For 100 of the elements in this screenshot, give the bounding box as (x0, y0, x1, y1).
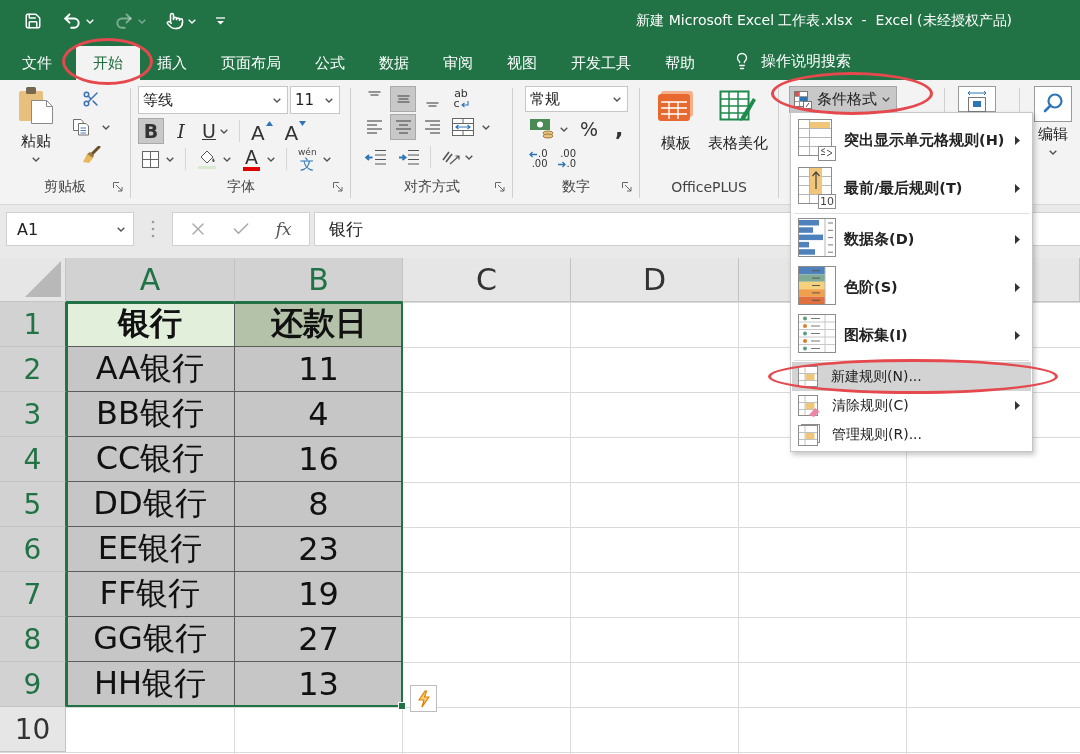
caret-icon (223, 156, 231, 162)
percent-button[interactable]: % (576, 116, 603, 142)
dialog-launcher-button[interactable] (111, 180, 125, 194)
decrease-decimal-button[interactable]: .00 .0 (553, 146, 581, 172)
search-field[interactable]: 操作说明搜索 (761, 52, 865, 70)
ribbon-tab[interactable]: 视图 (490, 46, 554, 80)
font-color-button[interactable]: A (239, 146, 279, 172)
table-cell: 还款日 (235, 302, 403, 347)
redo-icon (114, 11, 134, 31)
ribbon-tab[interactable]: 页面布局 (204, 46, 298, 80)
comma-style-button[interactable]: , (606, 116, 633, 142)
menu-item[interactable]: 突出显示单元格规则(H) (792, 116, 1031, 164)
ribbon-tab[interactable]: 审阅 (426, 46, 490, 80)
caret-icon (325, 97, 333, 103)
top-bottom-rules-icon (798, 167, 836, 209)
menu-item[interactable]: 新建规则(N)... (792, 362, 1031, 391)
table-pen-icon (719, 90, 757, 122)
row-header[interactable]: 1 (0, 302, 66, 347)
row-header[interactable]: 5 (0, 482, 66, 527)
ribbon-tab[interactable]: 开发工具 (554, 46, 648, 80)
table-cell: 16 (235, 437, 403, 482)
decrease-font-button[interactable]: A (280, 118, 311, 144)
caret-icon (1049, 150, 1057, 155)
template-button[interactable]: 模板 (650, 90, 702, 152)
table-cell: EE银行 (66, 527, 235, 572)
increase-font-button[interactable]: A (246, 118, 277, 144)
menu-item[interactable]: 图标集(I) (792, 311, 1031, 359)
ribbon-tab[interactable]: 插入 (140, 46, 204, 80)
caret-icon (86, 18, 94, 24)
ribbon-tab[interactable]: 文件 (5, 46, 76, 80)
scissors-icon (82, 90, 100, 108)
menu-item[interactable]: 管理规则(R)... (792, 420, 1031, 449)
column-header[interactable]: C (403, 258, 571, 302)
align-bottom-icon (425, 102, 439, 107)
group-label: 剪贴板 (44, 178, 86, 196)
data-bars-icon (798, 218, 836, 260)
dialog-launcher-button[interactable] (331, 180, 345, 194)
name-box[interactable]: A1 (6, 212, 134, 246)
row-header[interactable]: 6 (0, 527, 66, 572)
ribbon-tab[interactable]: 开始 (76, 46, 140, 80)
ribbon-tab[interactable]: 帮助 (648, 46, 712, 80)
quick-analysis-button[interactable] (410, 685, 437, 712)
column-header[interactable]: D (571, 258, 739, 302)
row-header[interactable]: 10 (0, 707, 66, 752)
ribbon-tab[interactable]: 数据 (362, 46, 426, 80)
row-header[interactable]: 3 (0, 392, 66, 437)
menu-item[interactable]: 10 最前/最后规则(T) (792, 164, 1031, 212)
row-header[interactable]: 9 (0, 662, 66, 707)
caret-icon (613, 96, 621, 102)
insert-function-button[interactable]: fx (271, 215, 296, 243)
italic-button[interactable]: I (168, 118, 194, 144)
caret-icon (117, 226, 125, 232)
cell-format-button[interactable] (958, 86, 996, 112)
table-cell: BB银行 (66, 392, 235, 437)
underline-button[interactable]: U (198, 118, 232, 144)
conditional-format-icon (794, 90, 812, 109)
undo-icon (62, 11, 82, 31)
font-name-field[interactable]: 等线 (138, 86, 288, 114)
table-cell: 27 (235, 617, 403, 662)
fill-handle[interactable] (398, 702, 406, 710)
bold-button[interactable]: B (138, 118, 164, 144)
column-header[interactable]: B (235, 258, 403, 302)
menu-item[interactable]: 色阶(S) (792, 263, 1031, 311)
phonetic-guide-button[interactable]: wén 文 (294, 146, 335, 172)
new-rule-icon (798, 365, 819, 388)
caret-icon (188, 18, 196, 24)
caret-icon (465, 154, 473, 160)
group-label: OfficePLUS (671, 179, 747, 195)
font-size-field[interactable]: 11 (290, 86, 340, 114)
row-header[interactable]: 4 (0, 437, 66, 482)
table-cell: 23 (235, 527, 403, 572)
increase-decimal-button[interactable]: .0 .00 (525, 146, 552, 172)
dialog-launcher-icon (495, 182, 505, 192)
table-cell: GG银行 (66, 617, 235, 662)
decrease-indent-icon (365, 148, 387, 166)
beautify-button[interactable]: 表格美化 (704, 90, 772, 152)
column-header[interactable]: A (66, 258, 235, 302)
ribbon-tab[interactable]: 公式 (298, 46, 362, 80)
dialog-launcher-button[interactable] (493, 180, 507, 194)
dialog-launcher-button[interactable] (620, 180, 634, 194)
conditional-format-button[interactable]: 条件格式 (789, 86, 897, 113)
number-format-field[interactable]: 常规 (525, 86, 628, 112)
row-header[interactable]: 7 (0, 572, 66, 617)
paste-button[interactable]: 粘贴 (12, 86, 60, 162)
row-header[interactable]: 8 (0, 617, 66, 662)
row-header[interactable]: 2 (0, 347, 66, 392)
caret-icon (482, 124, 490, 130)
align-right-icon (424, 120, 440, 134)
align-middle-icon (396, 95, 410, 103)
clipboard-icon (18, 86, 54, 124)
increase-indent-icon (398, 148, 420, 166)
editing-button[interactable]: 编辑 (1034, 86, 1072, 155)
dialog-launcher-icon (333, 182, 343, 192)
wrap-text-button[interactable]: ab c (448, 86, 474, 112)
caret-icon (32, 157, 40, 162)
caret-icon (322, 156, 331, 162)
menu-item[interactable]: 清除规则(C) (792, 391, 1031, 420)
dialog-launcher-icon (622, 182, 632, 192)
align-center-icon (395, 120, 411, 134)
table-cell: 8 (235, 482, 403, 527)
